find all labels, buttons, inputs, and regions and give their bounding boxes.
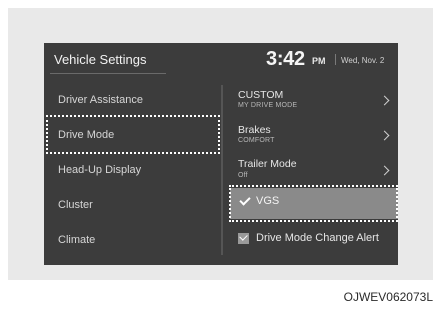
drive-mode-custom-item[interactable]: CUSTOM MY DRIVE MODE <box>230 83 398 118</box>
item-subtitle: MY DRIVE MODE <box>238 102 298 109</box>
item-title: Brakes <box>238 124 271 136</box>
figure-code: OJWEV062073L <box>343 290 433 304</box>
brakes-item[interactable]: Brakes COMFORT <box>230 118 398 153</box>
sidebar-item-head-up-display[interactable]: Head-Up Display <box>44 153 222 188</box>
date-label: Wed, Nov. 2 <box>341 56 385 65</box>
drive-mode-highlight <box>46 115 220 154</box>
header-separator <box>335 54 336 65</box>
trailer-mode-item[interactable]: Trailer Mode Off <box>230 153 398 188</box>
item-title: Trailer Mode <box>238 158 297 170</box>
sidebar-item-climate[interactable]: Climate <box>44 223 222 258</box>
item-subtitle: COMFORT <box>238 137 275 144</box>
sidebar-item-label: Head-Up Display <box>58 164 142 176</box>
clock-ampm: PM <box>312 56 326 66</box>
sidebar-item-label: Cluster <box>58 199 93 211</box>
alert-label: Drive Mode Change Alert <box>256 232 379 244</box>
sidebar-item-label: Climate <box>58 234 96 246</box>
settings-screen: Vehicle Settings 3:42 PM Wed, Nov. 2 Dri… <box>44 43 398 265</box>
vgs-highlight <box>229 185 398 222</box>
sidebar-item-cluster[interactable]: Cluster <box>44 188 222 223</box>
chevron-right-icon <box>379 95 390 106</box>
item-subtitle: Off <box>238 172 248 179</box>
page-title: Vehicle Settings <box>54 52 147 67</box>
chevron-right-icon <box>379 165 390 176</box>
alert-checkbox[interactable] <box>238 233 249 244</box>
menu-divider <box>221 85 223 255</box>
title-underline <box>50 73 166 74</box>
chevron-right-icon <box>379 130 390 141</box>
sidebar-item-driver-assistance[interactable]: Driver Assistance <box>44 83 222 118</box>
sidebar-item-label: Driver Assistance <box>58 94 143 106</box>
item-title: CUSTOM <box>238 89 284 101</box>
clock-time: 3:42 <box>266 48 305 70</box>
header-bar: Vehicle Settings 3:42 PM Wed, Nov. 2 <box>44 43 398 75</box>
